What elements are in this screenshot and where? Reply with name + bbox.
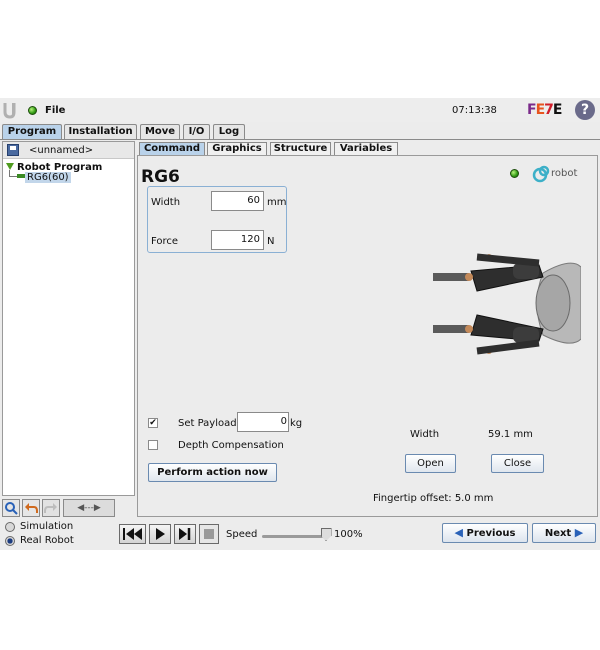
- force-unit: N: [267, 236, 275, 247]
- fe7e-logo: FE7E: [527, 102, 562, 118]
- current-width-value: 59.1 mm: [488, 429, 533, 440]
- force-input[interactable]: 120: [211, 230, 264, 250]
- tab-log[interactable]: Log: [213, 124, 245, 139]
- expand-arrow-icon[interactable]: [6, 163, 14, 170]
- perform-action-button[interactable]: Perform action now: [148, 463, 277, 482]
- gripper-illustration: [433, 253, 581, 355]
- force-label: Force: [151, 236, 179, 247]
- upper-finger: [433, 253, 544, 292]
- fingertip-offset: Fingertip offset: 5.0 mm: [373, 493, 494, 504]
- clock: 07:13:38: [452, 105, 497, 116]
- save-icon[interactable]: [7, 144, 19, 156]
- lower-finger: [433, 314, 544, 355]
- speed-value: 100%: [334, 529, 363, 540]
- real-robot-radio[interactable]: [5, 536, 15, 546]
- arrow-right-icon: ▶: [574, 526, 584, 539]
- close-button[interactable]: Close: [491, 454, 544, 473]
- tab-move[interactable]: Move: [140, 124, 180, 139]
- search-icon: [5, 502, 18, 515]
- onrobot-logo: robot: [532, 165, 580, 183]
- depth-compensation-checkbox[interactable]: [148, 440, 158, 450]
- rewind-icon: [123, 528, 142, 540]
- command-panel: RG6 robot Width 60 mm Force 120 N ✔ Set …: [137, 155, 598, 517]
- title-bar: File 07:13:38 FE7E ?: [0, 98, 600, 122]
- simulation-label: Simulation: [20, 521, 74, 532]
- tab-installation[interactable]: Installation: [64, 124, 137, 139]
- gripper-title: RG6: [141, 167, 180, 187]
- gripper-settings-box: Width 60 mm Force 120 N: [147, 186, 287, 253]
- tab-program[interactable]: Program: [2, 124, 62, 140]
- bottom-bar: Simulation Real Robot Speed 100% ◀ Previ…: [0, 520, 600, 550]
- next-button[interactable]: Next ▶: [532, 523, 596, 543]
- file-menu[interactable]: File: [45, 105, 65, 116]
- gripper-node-icon: [17, 174, 25, 178]
- tree-connector: [9, 176, 17, 177]
- speed-label: Speed: [226, 529, 258, 540]
- tab-command[interactable]: Command: [139, 142, 205, 155]
- width-input[interactable]: 60: [211, 191, 264, 211]
- tab-io[interactable]: I/O: [183, 124, 210, 139]
- undo-button[interactable]: [22, 499, 40, 517]
- tree-navigate-button[interactable]: ◀---▶: [63, 499, 115, 517]
- rewind-button[interactable]: [119, 524, 146, 544]
- previous-label: Previous: [466, 528, 516, 539]
- speed-slider-track[interactable]: [262, 535, 326, 538]
- tab-structure[interactable]: Structure: [270, 142, 331, 155]
- depth-compensation-label: Depth Compensation: [178, 440, 284, 451]
- ur-logo-icon: [3, 103, 16, 119]
- play-icon: [156, 528, 165, 540]
- width-unit: mm: [267, 197, 287, 208]
- tab-graphics[interactable]: Graphics: [207, 142, 267, 155]
- program-toolbar: <unnamed>: [3, 142, 134, 159]
- undo-icon: [25, 503, 38, 513]
- previous-button[interactable]: ◀ Previous: [442, 523, 528, 543]
- redo-button[interactable]: [42, 499, 60, 517]
- speed-slider-handle[interactable]: [320, 528, 332, 541]
- payload-unit: kg: [290, 418, 303, 429]
- brand-text: robot: [551, 168, 578, 179]
- onrobot-mark-icon: [532, 165, 550, 183]
- simulation-radio[interactable]: [5, 522, 15, 532]
- redo-icon: [44, 503, 57, 513]
- step-button[interactable]: [174, 524, 196, 544]
- width-label: Width: [151, 197, 181, 208]
- set-payload-label: Set Payload:: [178, 418, 240, 429]
- tab-divider: [0, 139, 600, 140]
- stop-icon: [204, 529, 214, 539]
- open-button[interactable]: Open: [405, 454, 456, 473]
- real-robot-label: Real Robot: [20, 535, 74, 546]
- status-led-icon: [28, 106, 37, 115]
- step-icon: [179, 528, 191, 540]
- play-button[interactable]: [149, 524, 171, 544]
- tab-variables[interactable]: Variables: [334, 142, 398, 155]
- program-tree-panel: <unnamed> Robot Program RG6(60): [2, 141, 135, 496]
- gripper-status-led-icon: [510, 169, 519, 178]
- next-label: Next: [544, 528, 572, 539]
- arrow-left-icon: ◀: [454, 526, 464, 539]
- tree-toolbar: ◀---▶: [2, 498, 135, 518]
- current-width-label: Width: [410, 429, 440, 440]
- program-name: <unnamed>: [29, 145, 94, 156]
- tree-node-rg6[interactable]: RG6(60): [25, 172, 71, 183]
- robot-program-screen: File 07:13:38 FE7E ? Program Installatio…: [0, 98, 600, 550]
- stop-button[interactable]: [199, 524, 219, 544]
- set-payload-checkbox[interactable]: ✔: [148, 418, 158, 428]
- help-icon[interactable]: ?: [575, 100, 595, 120]
- payload-input[interactable]: 0: [237, 412, 289, 432]
- search-button[interactable]: [2, 499, 20, 517]
